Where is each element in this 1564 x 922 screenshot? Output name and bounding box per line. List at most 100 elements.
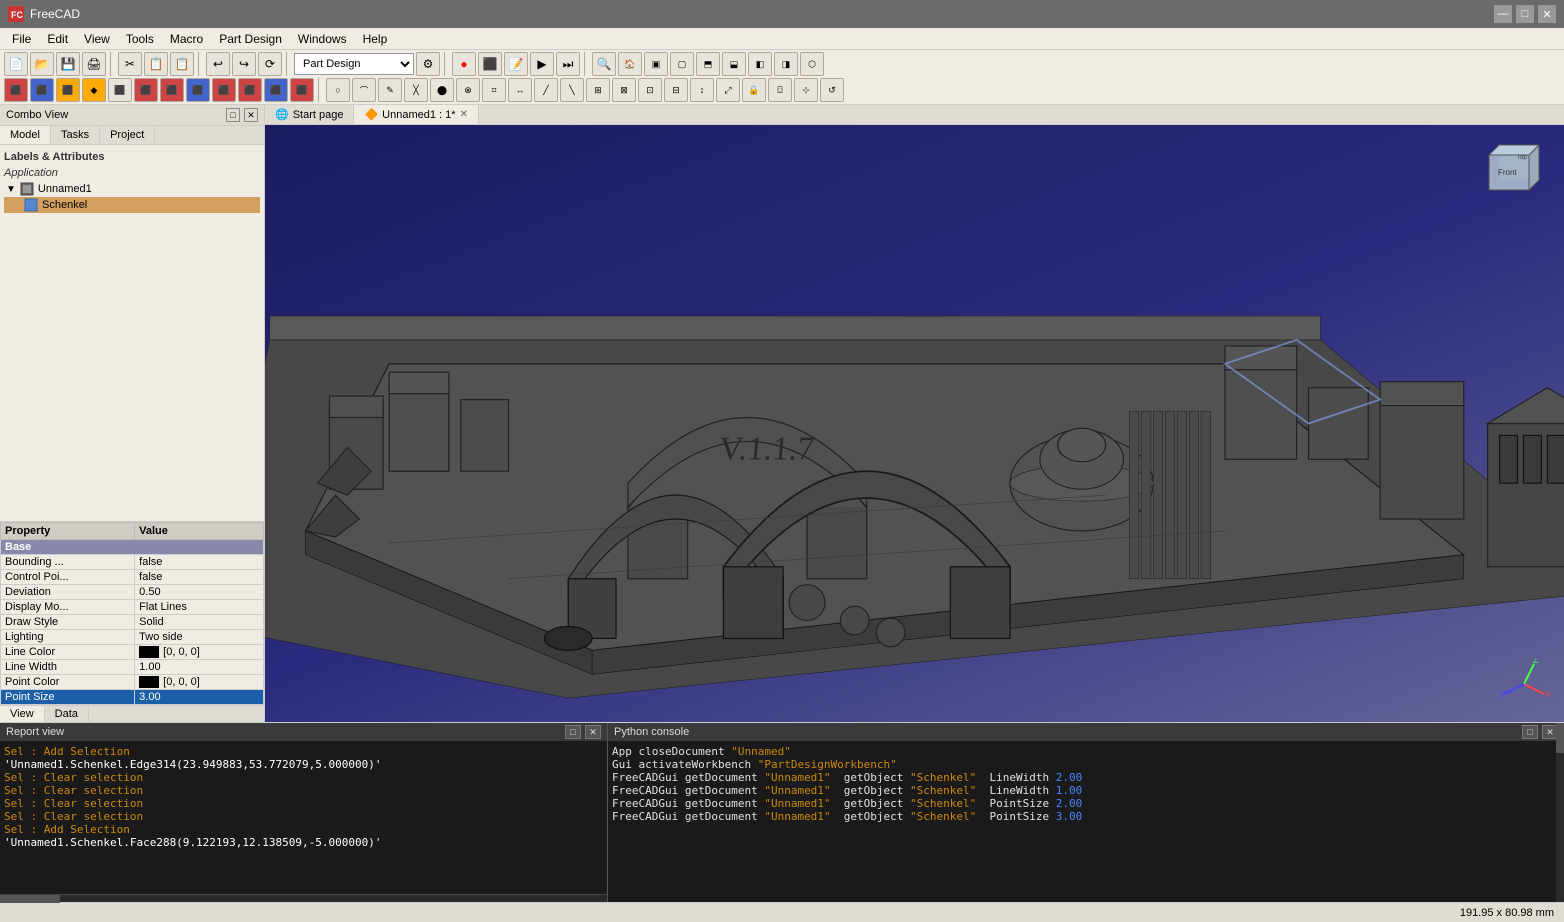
tb-pd-2[interactable]: ⬛ xyxy=(30,78,54,102)
tb-pd-5[interactable]: ⬛ xyxy=(108,78,132,102)
tb-pd-3[interactable]: ⬛ xyxy=(56,78,80,102)
tb-refresh[interactable]: ⟳ xyxy=(258,52,282,76)
vp-tab-start[interactable]: 🌐 Start page xyxy=(265,105,354,124)
tb-sketch-7[interactable]: ⌗ xyxy=(482,78,506,102)
tb-sketch-11[interactable]: ⊞ xyxy=(586,78,610,102)
report-close-btn[interactable]: ✕ xyxy=(585,725,601,739)
workbench-selector[interactable]: Part Design xyxy=(294,53,414,75)
tb-pd-6[interactable]: ⬛ xyxy=(134,78,158,102)
tb-pd-9[interactable]: ⬛ xyxy=(212,78,236,102)
tb-save[interactable]: 💾 xyxy=(56,52,80,76)
combo-tab-model[interactable]: Model xyxy=(0,126,51,144)
menu-edit[interactable]: Edit xyxy=(39,30,76,48)
properties-scroll[interactable]: Property Value Base Bounding ... false xyxy=(0,522,264,705)
unnamed1-tab-close[interactable]: ✕ xyxy=(460,109,468,120)
tb-sketch-2[interactable]: ⌒ xyxy=(352,78,376,102)
tb-sketch-6[interactable]: ⊗ xyxy=(456,78,480,102)
tb-sketch-10[interactable]: ╲ xyxy=(560,78,584,102)
report-scrollbar-thumb-h[interactable] xyxy=(0,895,60,903)
tb-sketch-18[interactable]: ⌼ xyxy=(768,78,792,102)
tb-view-left[interactable]: ◧ xyxy=(748,52,772,76)
tb-sketch-8[interactable]: ↔ xyxy=(508,78,532,102)
tb-pd-12[interactable]: ⬛ xyxy=(290,78,314,102)
prop-row-point-size[interactable]: Point Size 3.00 xyxy=(1,690,264,705)
tb-pd-10[interactable]: ⬛ xyxy=(238,78,262,102)
tb-view-back[interactable]: ▢ xyxy=(670,52,694,76)
tree-item-unnamed1[interactable]: ▼ Unnamed1 xyxy=(4,181,260,197)
report-detach-btn[interactable]: □ xyxy=(565,725,581,739)
tb-sketch-19[interactable]: ⊹ xyxy=(794,78,818,102)
python-content[interactable]: App closeDocument "Unnamed" Gui activate… xyxy=(608,741,1564,902)
tb-undo[interactable]: ↩ xyxy=(206,52,230,76)
tb-sketch-5[interactable]: ⬤ xyxy=(430,78,454,102)
menu-windows[interactable]: Windows xyxy=(290,30,355,48)
menu-file[interactable]: File xyxy=(4,30,39,48)
tb-run-macro[interactable]: ▶ xyxy=(530,52,554,76)
prop-row-bounding[interactable]: Bounding ... false xyxy=(1,554,264,569)
combo-tab-project[interactable]: Project xyxy=(100,126,155,144)
vd-tab-view[interactable]: View xyxy=(0,706,45,722)
maximize-button[interactable]: □ xyxy=(1516,5,1534,23)
menu-part-design[interactable]: Part Design xyxy=(211,30,290,48)
tb-view-home[interactable]: 🏠 xyxy=(618,52,642,76)
prop-row-point-color[interactable]: Point Color [0, 0, 0] xyxy=(1,674,264,689)
tb-sketch-16[interactable]: ⤢ xyxy=(716,78,740,102)
python-scrollbar-v[interactable] xyxy=(1556,723,1564,902)
python-scrollbar-thumb-v[interactable] xyxy=(1556,723,1564,753)
report-content[interactable]: Sel : Add Selection 'Unnamed1.Schenkel.E… xyxy=(0,741,607,894)
tb-zoom-fit[interactable]: 🔍 xyxy=(592,52,616,76)
prop-row-control-poi[interactable]: Control Poi... false xyxy=(1,569,264,584)
tb-workbench-btn[interactable]: ⚙ xyxy=(416,52,440,76)
tb-redo[interactable]: ↪ xyxy=(232,52,256,76)
tb-sketch-13[interactable]: ⊡ xyxy=(638,78,662,102)
prop-row-deviation[interactable]: Deviation 0.50 xyxy=(1,584,264,599)
tb-paste[interactable]: 📋 xyxy=(170,52,194,76)
tb-sketch-14[interactable]: ⊟ xyxy=(664,78,688,102)
tb-new[interactable]: 📄 xyxy=(4,52,28,76)
tb-view-bottom[interactable]: ⬓ xyxy=(722,52,746,76)
combo-tab-tasks[interactable]: Tasks xyxy=(51,126,100,144)
close-button[interactable]: ✕ xyxy=(1538,5,1556,23)
tree-item-schenkel[interactable]: Schenkel xyxy=(4,197,260,213)
tb-sketch-1[interactable]: ○ xyxy=(326,78,350,102)
tb-view-iso[interactable]: ⬡ xyxy=(800,52,824,76)
report-scrollbar-h[interactable] xyxy=(0,894,607,902)
tb-sketch-20[interactable]: ↺ xyxy=(820,78,844,102)
tb-copy[interactable]: 📋 xyxy=(144,52,168,76)
tb-pd-1[interactable]: ⬛ xyxy=(4,78,28,102)
tb-sketch-3[interactable]: ✎ xyxy=(378,78,402,102)
tb-sketch-15[interactable]: ↕ xyxy=(690,78,714,102)
tb-sketch-12[interactable]: ⊠ xyxy=(612,78,636,102)
prop-row-line-width[interactable]: Line Width 1.00 xyxy=(1,659,264,674)
tb-print[interactable]: 🖨 xyxy=(82,52,106,76)
prop-row-draw-style[interactable]: Draw Style Solid xyxy=(1,614,264,629)
tb-open[interactable]: 📂 xyxy=(30,52,54,76)
tb-pd-11[interactable]: ⬛ xyxy=(264,78,288,102)
prop-row-display-mode[interactable]: Display Mo... Flat Lines xyxy=(1,599,264,614)
menu-view[interactable]: View xyxy=(76,30,118,48)
tb-view-right[interactable]: ◨ xyxy=(774,52,798,76)
minimize-button[interactable]: — xyxy=(1494,5,1512,23)
menu-macro[interactable]: Macro xyxy=(162,30,211,48)
tb-sketch-4[interactable]: ╳ xyxy=(404,78,428,102)
menu-help[interactable]: Help xyxy=(355,30,396,48)
tb-step-macro[interactable]: ⏭ xyxy=(556,52,580,76)
tb-view-top[interactable]: ⬒ xyxy=(696,52,720,76)
vp-tab-unnamed1[interactable]: 🔶 Unnamed1 : 1* ✕ xyxy=(354,105,478,124)
combo-close-btn[interactable]: ✕ xyxy=(244,108,258,122)
tb-pd-4[interactable]: ◆ xyxy=(82,78,106,102)
python-detach-btn[interactable]: □ xyxy=(1522,725,1538,739)
prop-row-lighting[interactable]: Lighting Two side xyxy=(1,629,264,644)
tb-sketch-17[interactable]: 🔒 xyxy=(742,78,766,102)
prop-row-line-color[interactable]: Line Color [0, 0, 0] xyxy=(1,644,264,659)
view-cube[interactable]: Front Top xyxy=(1474,135,1554,218)
tb-pd-8[interactable]: ⬛ xyxy=(186,78,210,102)
3d-viewport[interactable]: V.1.1.7 xyxy=(265,125,1564,722)
tb-view-front[interactable]: ▣ xyxy=(644,52,668,76)
tb-pd-7[interactable]: ⬛ xyxy=(160,78,184,102)
tb-cut[interactable]: ✂ xyxy=(118,52,142,76)
vd-tab-data[interactable]: Data xyxy=(45,706,89,722)
menu-tools[interactable]: Tools xyxy=(118,30,162,48)
tb-record-macro[interactable]: ● xyxy=(452,52,476,76)
combo-detach-btn[interactable]: □ xyxy=(226,108,240,122)
